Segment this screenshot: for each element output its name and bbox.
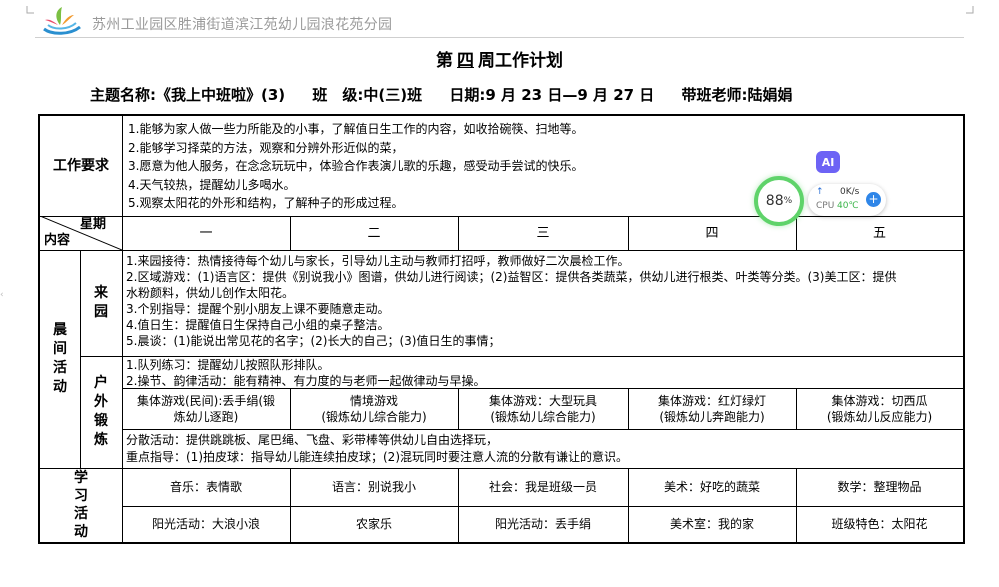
requirement-item: 1.能够为家人做一些力所能及的小事，了解值日生工作的内容，如收拾碗筷、扫地等。 [128,122,584,136]
cpu-temperature: 40℃ [837,201,859,211]
arrival-line: 5.晨谈：(1)能说出常见花的名字；(2)长大的自己；(3)值日生的事情； [126,334,501,348]
class-name: 班 级:中(三)班 [312,86,423,104]
header-rule [35,37,964,38]
study-cell: 班级特色：太阳花 [831,516,928,531]
grid-line [122,429,963,430]
group-game-goal: (锻炼幼儿综合能力) [490,409,596,424]
margin-corner-right-icon [966,6,974,14]
school-name: 苏州工业园区胜浦街道滨江苑幼儿园浪花苑分园 [92,17,393,33]
add-icon[interactable]: + [866,192,881,207]
outdoor-exercise-label: 户外锻炼 [80,356,122,468]
grid-line [40,250,963,251]
system-stats-panel[interactable]: ↑ 0K/s CPU 40℃ + [808,184,886,216]
title-week-number: 四 [457,51,474,71]
title-suffix: 周工作计划 [478,51,563,71]
study-cell: 阳光活动：丢手绢 [494,516,591,531]
morning-label-text: 晨间活动 [53,322,67,395]
group-game-cell: 集体游戏：大型玩具 (锻炼幼儿综合能力) [458,388,628,429]
title-prefix: 第 [436,51,453,71]
network-speed: 0K/s [840,187,860,197]
percent-sign: % [783,196,793,206]
free-play-line: 重点指导：(1)拍皮球：指导幼儿能连续拍皮球；(2)混玩同时要注意人流的分散有谦… [126,450,628,464]
study-cell: 社会：我是班级一员 [488,479,597,494]
group-game-cell: 集体游戏(民间):丢手绢(锻 炼幼儿逐跑) [122,388,290,429]
theme-name: 主题名称:《我上中班啦》(3) [90,86,286,104]
corner-weekday-label: 星期 [80,217,107,232]
upload-arrow-icon: ↑ [816,187,824,197]
study-cell: 美术室：我的家 [669,516,754,531]
requirements-label: 工作要求 [53,157,109,174]
system-monitor-widget[interactable]: AI 88% ↑ 0K/s CPU 40℃ + [752,148,892,228]
group-game-goal: (锻炼幼儿综合能力) [321,409,427,424]
study-cell: 音乐：表情歌 [169,479,242,494]
page-title: 第四周工作计划 [0,46,999,71]
arrival-details: 1.来园接待：热情接待每个幼儿与家长，引导幼儿主动与教师打招呼，教师做好二次晨检… [126,253,962,355]
group-game-goal: (锻炼幼儿奔跑能力) [659,409,765,424]
study-label-text: 学习活动 [74,470,88,540]
morning-activities-label: 晨间活动 [40,250,80,468]
ai-assistant-button[interactable]: AI [816,151,840,173]
free-play-details: 分散活动：提供跳跳板、尾巴绳、飞盘、彩带棒等供幼儿自由选择玩， 重点指导：(1)… [126,432,962,468]
study-activities-label: 学习活动 [40,468,122,542]
study-cell: 农家乐 [355,516,392,531]
cpu-usage-gauge[interactable]: 88% [754,176,804,226]
cpu-label: CPU [816,201,835,211]
free-play-line: 分散活动：提供跳跳板、尾巴绳、飞盘、彩带棒等供幼儿自由选择玩， [126,433,499,447]
outdoor-details: 1.队列练习：提醒幼儿按照队形排队。 2.操节、韵律活动：能有精神、有力度的与老… [126,357,962,388]
arrival-line: 4.值日生：提醒值日生保持自己小组的桌子整洁。 [126,318,390,332]
page-edge-mark: ‹ [0,290,4,300]
date-range: 日期:9 月 23 日—9 月 27 日 [449,86,655,104]
study-cell: 数学：整理物品 [837,479,922,494]
arrival-line: 2.区域游戏：(1)语言区：提供《别说我小》图谱，供幼儿进行阅读；(2)益智区：… [126,270,897,284]
group-game-name: 集体游戏(民间):丢手绢(锻 [136,393,276,408]
cpu-percent: 88 [765,193,784,209]
teacher-name: 带班老师:陆娟娟 [681,86,793,104]
arrival-label: 来园 [80,250,122,356]
day-header: 三 [536,225,550,241]
group-game-cell: 集体游戏：切西瓜 (锻炼幼儿反应能力) [796,388,963,429]
plan-info-line: 主题名称:《我上中班啦》(3) 班 级:中(三)班 日期:9 月 23 日—9 … [90,84,815,105]
school-logo-icon [43,7,81,35]
outdoor-label-text: 户外锻炼 [94,375,108,448]
day-header: 一 [199,225,213,241]
corner-content-label: 内容 [44,233,71,248]
arrival-line: 3.个别指导：提醒个别小朋友上课不要随意走动。 [126,302,390,316]
outdoor-line: 1.队列练习：提醒幼儿按照队形排队。 [126,358,330,372]
study-cell: 美术：好吃的蔬菜 [663,479,760,494]
outdoor-line: 2.操节、韵律活动：能有精神、有力度的与老师一起做律动与早操。 [126,374,486,388]
group-game-cell: 情境游戏 (锻炼幼儿综合能力) [290,388,458,429]
day-header: 二 [367,225,381,241]
group-game-name: 集体游戏：切西瓜 [831,393,928,408]
arrival-label-text: 来园 [94,285,108,320]
group-game-name: 集体游戏：大型玩具 [488,393,597,408]
arrival-line: 1.来园接待：热情接待每个幼儿与家长，引导幼儿主动与教师打招呼，教师做好二次晨检… [126,254,630,268]
group-game-cell: 集体游戏：红灯绿灯 (锻炼幼儿奔跑能力) [628,388,796,429]
margin-corner-left-icon [26,6,34,14]
group-game-goal: (锻炼幼儿反应能力) [826,409,933,424]
group-game-name: 情境游戏 [349,393,398,408]
group-game-name: 集体游戏：红灯绿灯 [657,393,766,408]
arrival-line: 水粉颜料，供幼儿创作太阳花。 [126,286,295,300]
study-cell: 阳光活动：大浪小浪 [151,516,260,531]
study-cell: 语言：别说我小 [331,479,416,494]
group-game-goal: 炼幼儿逐跑) [173,409,239,424]
